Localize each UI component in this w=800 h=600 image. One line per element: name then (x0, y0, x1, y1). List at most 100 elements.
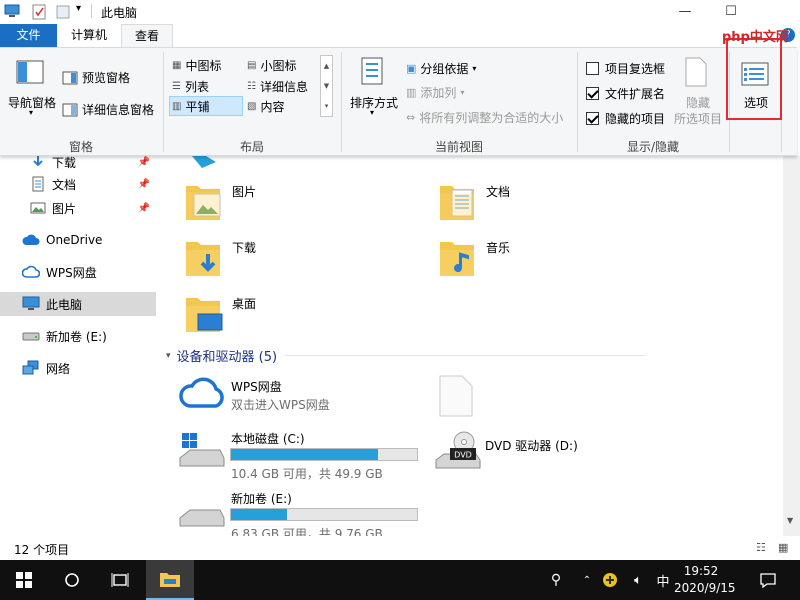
device-c-drive[interactable]: 本地磁盘 (C:) 10.4 GB 可用，共 49.9 GB (178, 430, 418, 481)
item-checkboxes-toggle[interactable]: 项目复选框 (586, 60, 665, 77)
details-view-button[interactable]: ☷ 详细信息 (247, 78, 308, 95)
layout-scroll[interactable]: ▲ ▼ ▾ (320, 55, 333, 117)
tiles-button[interactable]: ▥ 平铺 (172, 98, 209, 115)
pin-icon[interactable]: 📌 (138, 179, 150, 190)
checkbox-hidden-items[interactable] (586, 112, 599, 125)
cloud-icon (22, 234, 40, 245)
chevron-down-icon: ▾ (166, 350, 171, 361)
drive-usage-bar (230, 448, 418, 461)
checkbox-file-extensions[interactable] (586, 87, 599, 100)
preview-pane-button[interactable]: 预览窗格 (62, 69, 130, 86)
list-button[interactable]: ☰ 列表 (172, 78, 209, 95)
size-columns-button[interactable]: ⇔ 将所有列调整为合适的大小 (406, 109, 563, 126)
folder-pictures[interactable]: 图片 (184, 180, 384, 224)
device-e-drive[interactable]: 新加卷 (E:) 6.83 GB 可用，共 9.76 GB (178, 490, 418, 541)
large-icons-view-toggle-icon[interactable]: ▦ (778, 541, 788, 554)
options-highlight-box (726, 38, 782, 120)
device-wps-drive[interactable]: WPS网盘 双击进入WPS网盘 (178, 374, 408, 416)
device-dvd-drive[interactable]: DVD DVD 驱动器 (D:) (434, 430, 674, 476)
blank-file-icon (439, 375, 473, 417)
customize-quick-access-icon[interactable]: ▾ (76, 3, 81, 14)
content-view-icon: ▧ (247, 101, 257, 112)
medium-icons-button[interactable]: ▦ 中图标 (172, 57, 221, 74)
nav-item-wps-drive[interactable]: WPS网盘 (0, 260, 156, 284)
search-button[interactable] (48, 560, 96, 600)
nav-pane-button[interactable]: 导航窗格 ▾ (4, 56, 56, 117)
checkbox-item-checkboxes[interactable] (586, 62, 599, 75)
drive-usage-bar (230, 508, 418, 521)
small-icons-label: 小图标 (260, 59, 297, 73)
hidden-items-toggle[interactable]: 隐藏的项目 (586, 110, 665, 127)
group-by-button[interactable]: ▣ 分组依据 ▾ (406, 60, 476, 77)
size-columns-label: 将所有列调整为合适的大小 (419, 111, 564, 125)
folder-desktop[interactable]: 桌面 (184, 292, 384, 336)
details-pane-label: 详细信息窗格 (82, 103, 155, 117)
hide-selected-button[interactable]: 隐藏 所选项目 (672, 54, 724, 130)
new-folder-icon[interactable] (56, 4, 70, 23)
vertical-scrollbar[interactable]: ▼ (783, 156, 800, 536)
section-title: 设备和驱动器 (5) (176, 350, 278, 365)
computer-icon[interactable] (4, 4, 20, 21)
title-divider (91, 4, 92, 18)
nav-item-onedrive[interactable]: OneDrive (0, 228, 156, 252)
folder-downloads[interactable]: 下载 (184, 236, 384, 280)
folder-icon (186, 242, 220, 276)
details-view-icon: ☷ (247, 81, 256, 92)
properties-icon[interactable] (32, 4, 46, 23)
hide-selected-icon (685, 57, 707, 87)
search-circle-icon (65, 573, 79, 587)
unknown-device[interactable] (438, 374, 478, 418)
drive-icon (179, 509, 225, 527)
nav-item-pictures[interactable]: 图片 📌 (0, 196, 156, 220)
scroll-down-icon[interactable]: ▼ (787, 516, 793, 525)
task-view-icon (111, 573, 129, 587)
tab-view[interactable]: 查看 (121, 24, 173, 47)
hide-selected-label-2: 所选项目 (673, 112, 722, 126)
dvd-badge: DVD (454, 451, 472, 460)
nav-item-network[interactable]: 网络 (0, 356, 156, 380)
sort-by-button[interactable]: 排序方式 ▾ (346, 54, 400, 117)
list-icon: ☰ (172, 81, 181, 92)
security-icon[interactable] (600, 560, 620, 600)
folder-music[interactable]: 音乐 (438, 236, 638, 280)
details-view-toggle-icon[interactable]: ☷ (756, 541, 766, 554)
content-view-button[interactable]: ▧ 内容 (247, 98, 284, 115)
file-extensions-toggle[interactable]: 文件扩展名 (586, 85, 665, 102)
small-icons-button[interactable]: ▤ 小图标 (247, 57, 296, 74)
maximize-button[interactable]: ☐ (708, 0, 754, 24)
people-icon[interactable]: ⚲ (544, 560, 568, 600)
details-pane-button[interactable]: 详细信息窗格 (62, 101, 154, 118)
pin-icon[interactable]: 📌 (138, 203, 150, 214)
volume-icon[interactable]: 🔈︎ (626, 560, 650, 600)
ime-indicator[interactable]: 中 (652, 560, 674, 600)
picture-icon (30, 202, 46, 214)
nav-item-label: WPS网盘 (46, 265, 97, 280)
taskbar-clock[interactable]: 19:52 2020/9/15 (674, 563, 736, 597)
devices-section-header[interactable]: ▾ 设备和驱动器 (5) (166, 346, 646, 365)
notification-button[interactable] (752, 560, 784, 600)
start-button[interactable] (0, 560, 48, 600)
tab-file[interactable]: 文件 (0, 24, 57, 47)
network-icon (22, 360, 39, 375)
plus-badge-icon (603, 573, 617, 587)
hide-selected-label-1: 隐藏 (685, 96, 710, 110)
nav-item-volume-e[interactable]: 新加卷 (E:) (0, 324, 156, 348)
show-hidden-icons-chevron-icon[interactable]: ⌃ (578, 560, 596, 600)
nav-item-label: 文档 (52, 177, 77, 192)
ribbon-tabs: 文件 计算机 查看 ? (0, 24, 800, 47)
item-checkboxes-label: 项目复选框 (605, 62, 666, 76)
minimize-button[interactable]: — (662, 0, 708, 24)
add-columns-button[interactable]: ▥ 添加列 ▾ (406, 84, 464, 101)
nav-item-label: 此电脑 (46, 297, 83, 312)
task-view-button[interactable] (96, 560, 144, 600)
nav-item-this-pc[interactable]: 此电脑 (0, 292, 156, 316)
current-view-group-label: 当前视图 (434, 140, 483, 154)
group-by-icon: ▣ (406, 62, 417, 75)
folder-documents[interactable]: 文档 (438, 180, 638, 224)
taskbar-file-explorer[interactable] (146, 560, 194, 600)
tab-computer[interactable]: 计算机 (57, 24, 121, 47)
folder-label: 下载 (232, 241, 257, 255)
file-extensions-label: 文件扩展名 (605, 87, 666, 101)
pin-icon[interactable]: 📌 (138, 157, 150, 168)
nav-item-documents[interactable]: 文档 📌 (0, 172, 156, 196)
